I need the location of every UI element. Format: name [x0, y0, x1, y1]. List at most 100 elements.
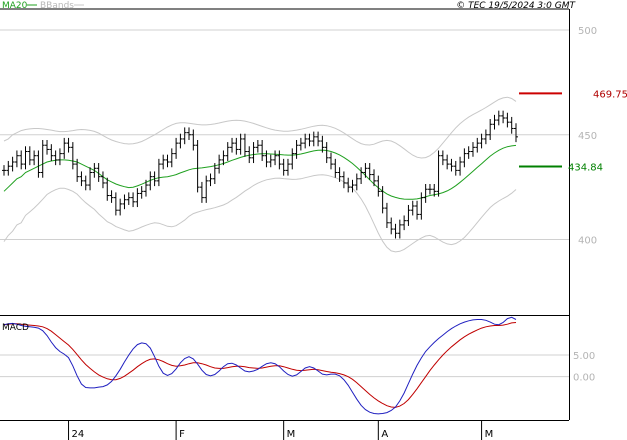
price-bar — [49, 144, 54, 161]
price-bar — [143, 179, 148, 197]
price-bar — [264, 150, 269, 168]
macd-grid — [0, 354, 569, 378]
price-bar — [346, 177, 351, 193]
price-bar — [427, 184, 432, 195]
price-bar — [273, 150, 278, 166]
price-bar — [458, 156, 463, 176]
price-bar — [298, 137, 303, 151]
price-bar — [36, 150, 41, 178]
price-bar — [505, 112, 510, 128]
price-bar — [57, 148, 62, 166]
price-bar — [169, 148, 174, 168]
price-bar — [135, 188, 140, 208]
x-tick-label: F — [179, 429, 185, 440]
legend-bbands: BBands — [40, 1, 74, 11]
price-bar — [105, 177, 110, 201]
price-bar — [251, 142, 256, 164]
price-bar — [195, 139, 200, 193]
price-bar — [100, 171, 105, 189]
price-bar — [311, 131, 316, 147]
price-bar — [225, 142, 230, 161]
price-bar — [62, 137, 67, 159]
price-bar — [122, 194, 127, 210]
support-label: 434.84 — [568, 163, 603, 174]
macd-y-tick-label: 5.00 — [573, 351, 595, 362]
price-bar — [92, 163, 97, 178]
price-bar — [384, 202, 389, 229]
price-bar — [230, 137, 235, 153]
price-bar — [324, 142, 329, 164]
price-bar — [367, 163, 372, 180]
price-bar — [10, 156, 15, 172]
price-bar — [303, 133, 308, 149]
price-bar — [341, 171, 346, 189]
price-bar — [277, 150, 282, 170]
price-bar — [131, 192, 136, 208]
price-bar — [126, 192, 131, 205]
price-bar — [479, 133, 484, 149]
price-bar — [281, 158, 286, 176]
price-bar — [199, 181, 204, 203]
signal-line — [3, 322, 517, 408]
price-y-tick-label: 500 — [578, 26, 597, 37]
price-bar — [70, 142, 75, 170]
price-bar — [470, 142, 475, 157]
x-tick-label: M — [287, 429, 296, 440]
price-bar — [307, 133, 312, 147]
price-bar — [79, 171, 84, 187]
ma20-line-group — [3, 144, 517, 200]
price-bar — [45, 139, 50, 155]
macd-lines — [3, 316, 517, 415]
price-bar — [393, 223, 398, 239]
bb-lower-line — [3, 174, 517, 253]
price-bar — [204, 175, 209, 203]
macd-y-axis: 5.00 0.00 — [573, 351, 595, 384]
price-bar — [333, 158, 338, 178]
price-bar — [440, 150, 445, 166]
price-bar — [483, 129, 488, 145]
x-tick-label: 24 — [72, 429, 85, 440]
price-bar — [419, 192, 424, 220]
bollinger-bands — [3, 96, 517, 253]
bb-upper-line — [3, 96, 517, 159]
price-bar — [294, 139, 299, 159]
price-bar — [328, 152, 333, 170]
price-bar — [174, 137, 179, 159]
price-bar — [40, 139, 45, 178]
price-bar — [19, 150, 24, 170]
legend-ma20: MA20 — [2, 1, 28, 11]
price-bar — [410, 200, 415, 216]
price-bar — [466, 146, 471, 159]
price-bar — [402, 215, 407, 231]
price-bar — [316, 131, 321, 147]
price-bar — [372, 169, 377, 187]
price-bar — [234, 137, 239, 155]
price-bar — [453, 160, 458, 176]
price-bar — [509, 116, 514, 134]
price-bar — [88, 167, 93, 191]
price-y-tick-label: 400 — [578, 236, 597, 247]
price-bar — [113, 192, 118, 216]
price-bar — [182, 127, 187, 145]
price-bar — [27, 146, 32, 166]
price-bar — [83, 175, 88, 191]
price-bar — [514, 123, 518, 143]
price-bar — [23, 146, 28, 170]
price-bar — [187, 127, 192, 140]
price-bar — [139, 186, 144, 199]
price-y-tick-label: 450 — [578, 131, 597, 142]
price-bar — [178, 133, 183, 149]
x-axis: 24 F M A M — [68, 420, 494, 440]
price-bar — [354, 173, 359, 191]
macd-line — [3, 316, 517, 415]
price-bar — [397, 219, 402, 239]
price-bar — [242, 133, 247, 157]
price-bar — [363, 163, 368, 178]
price-bar — [165, 154, 170, 168]
x-tick-label: M — [485, 429, 494, 440]
price-bar — [475, 137, 480, 153]
price-bar — [66, 137, 71, 153]
macd-title: MACD — [2, 323, 29, 333]
price-bar — [436, 150, 441, 197]
resistance-label: 469.75 — [593, 89, 627, 100]
